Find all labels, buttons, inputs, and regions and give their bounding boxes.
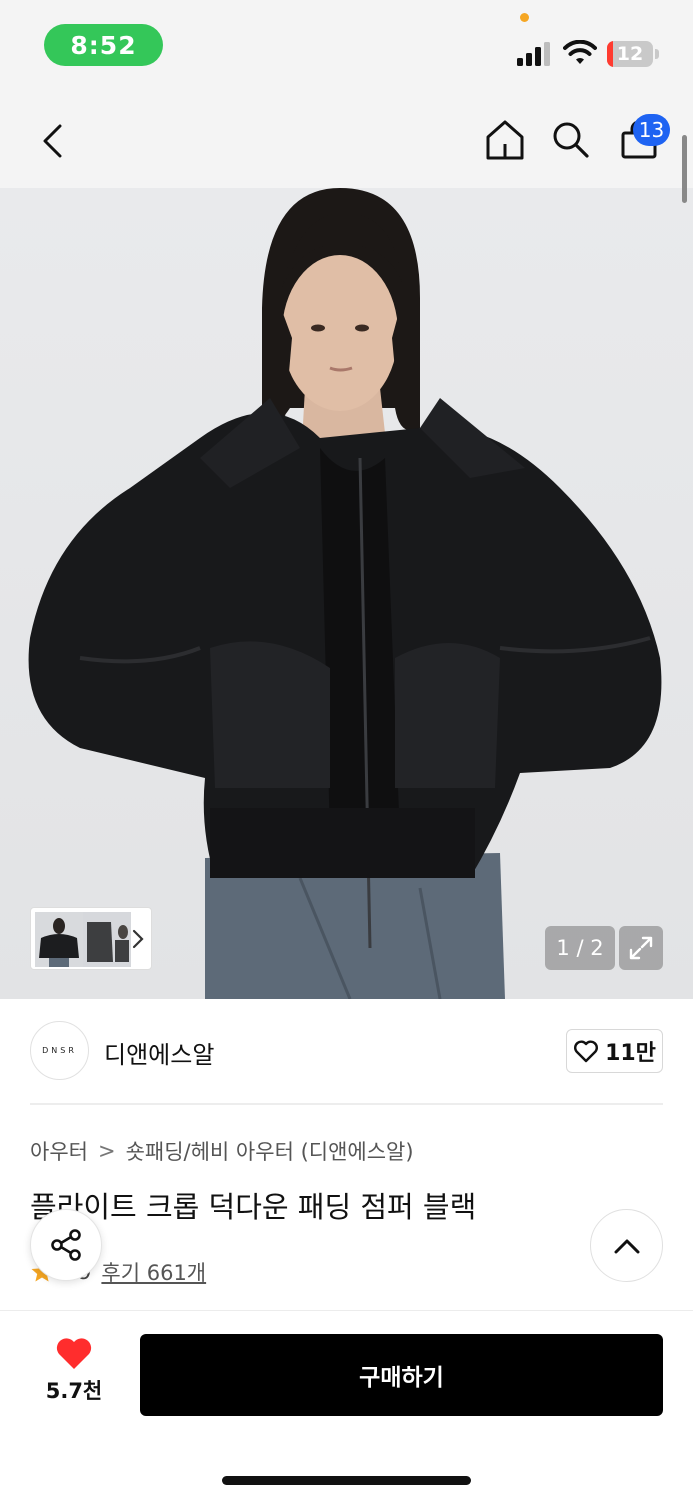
scrollbar[interactable]: [682, 135, 687, 203]
product-title: 플라이트 크롭 덕다운 패딩 점퍼 블랙: [30, 1190, 477, 1224]
wishlist-button[interactable]: 5.7천: [30, 1335, 118, 1415]
battery-level: 12: [616, 43, 644, 65]
cart-count-badge: 13: [633, 114, 670, 146]
heart-outline-icon: [574, 1040, 599, 1063]
product-page: 8:52 12 13 1 / 2 DNSR 디앤에스알 11만 아우터 > 숏패…: [0, 0, 693, 1500]
product-image[interactable]: [0, 188, 693, 999]
breadcrumb-item-outer[interactable]: 아우터: [30, 1136, 88, 1166]
breadcrumb-item-category[interactable]: 숏패딩/헤비 아우터 (디앤에스알): [126, 1136, 414, 1166]
search-icon: [553, 122, 589, 158]
heart-filled-icon: [56, 1338, 92, 1369]
image-counter: 1 / 2: [545, 926, 615, 970]
chevron-right-icon: [132, 929, 144, 949]
top-nav: [0, 95, 693, 188]
scroll-to-top-button[interactable]: [590, 1209, 663, 1282]
share-icon: [51, 1229, 81, 1261]
bottom-action-bar: 5.7천 구매하기: [0, 1310, 693, 1500]
review-count-link[interactable]: 후기 661개: [101, 1257, 206, 1287]
status-time: 8:52: [44, 24, 163, 66]
breadcrumb: 아우터 > 숏패딩/헤비 아우터 (디앤에스알): [30, 1136, 414, 1166]
back-button[interactable]: [30, 117, 76, 165]
signal-icon: [517, 42, 550, 66]
home-button[interactable]: [480, 115, 530, 165]
thumbnail-1[interactable]: [35, 912, 83, 967]
share-button[interactable]: [30, 1209, 102, 1281]
wifi-icon: [563, 40, 597, 64]
product-photo-illustration: [0, 188, 693, 999]
status-bar: 8:52 12: [0, 0, 693, 95]
home-icon: [486, 120, 524, 160]
wishlist-count: 5.7천: [45, 1379, 103, 1403]
battery-icon: 12: [607, 41, 653, 67]
back-icon: [43, 124, 62, 158]
divider: [30, 1103, 663, 1105]
expand-icon: [629, 936, 653, 960]
brand-like-button[interactable]: 11만: [566, 1029, 663, 1073]
search-button[interactable]: [547, 115, 595, 165]
chevron-up-icon: [614, 1239, 639, 1253]
thumbnail-strip[interactable]: [30, 907, 152, 970]
home-indicator[interactable]: [222, 1476, 471, 1485]
fullscreen-button[interactable]: [619, 926, 663, 970]
privacy-indicator-dot: [520, 13, 529, 22]
brand-logo[interactable]: DNSR: [30, 1021, 89, 1080]
brand-row: DNSR 디앤에스알 11만: [0, 999, 693, 1104]
brand-like-count: 11만: [605, 1041, 656, 1066]
thumbnail-2[interactable]: [83, 912, 131, 967]
breadcrumb-separator: >: [97, 1139, 116, 1163]
brand-name[interactable]: 디앤에스알: [104, 1035, 214, 1070]
buy-button[interactable]: 구매하기: [140, 1334, 663, 1416]
